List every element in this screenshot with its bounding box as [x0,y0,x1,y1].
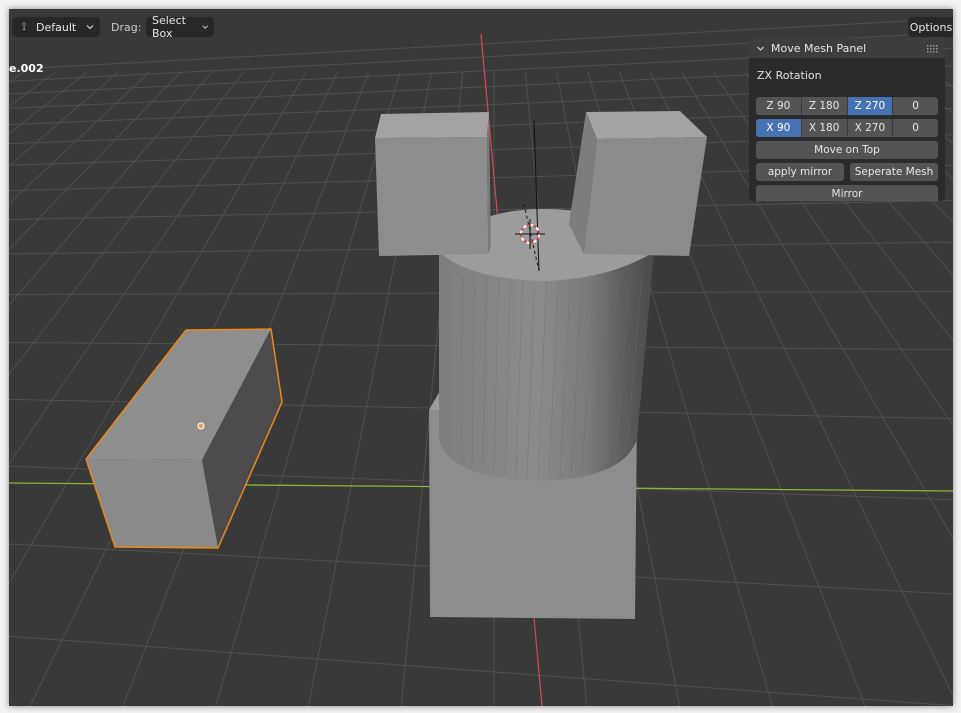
chevron-down-icon [202,25,208,29]
z-0-button[interactable]: 0 [893,97,938,115]
active-object-name: e.002 [9,62,44,75]
drag-label: Drag: [111,20,142,34]
blender-window: ⟟ Default Drag: Select Box Options e.002… [9,9,953,706]
chevron-down-icon [86,25,94,30]
panel-header[interactable]: Move Mesh Panel [749,38,945,58]
mirror-button[interactable]: Mirror [756,185,938,201]
drag-select-dropdown[interactable]: Select Box [146,14,214,40]
x-180-button[interactable]: X 180 [801,119,848,137]
panel-title: Move Mesh Panel [771,41,867,55]
transform-orientation-dropdown[interactable]: ⟟ Default [12,17,100,37]
separate-mesh-button[interactable]: Seperate Mesh [850,163,938,181]
drag-select-value: Select Box [152,14,186,40]
z-rotation-buttons: Z 90 Z 180 Z 270 0 [756,97,938,115]
x-270-button[interactable]: X 270 [847,119,894,137]
top-left-box-object[interactable] [375,112,491,256]
z-270-button[interactable]: Z 270 [847,97,894,115]
apply-mirror-button[interactable]: apply mirror [756,163,844,181]
x-90-button[interactable]: X 90 [756,119,802,137]
transform-pivot-icon: ⟟ [21,20,27,33]
z-90-button[interactable]: Z 90 [756,97,802,115]
transform-orientation-value: Default [36,20,77,34]
x-rotation-buttons: X 90 X 180 X 270 0 [756,119,938,137]
move-mesh-panel: Move Mesh Panel ZX Rotation Z 90 Z 180 Z… [749,38,945,201]
x-0-button[interactable]: 0 [893,119,938,137]
drag-grip-icon[interactable] [927,44,939,53]
chevron-down-icon[interactable] [756,44,765,53]
z-180-button[interactable]: Z 180 [801,97,848,115]
object-origin-dot [197,422,205,430]
zx-rotation-label: ZX Rotation [757,69,822,82]
top-right-box-object[interactable] [569,111,707,256]
move-on-top-button[interactable]: Move on Top [756,141,938,159]
selected-box-object[interactable] [85,328,283,549]
options-button[interactable]: Options [908,17,953,37]
